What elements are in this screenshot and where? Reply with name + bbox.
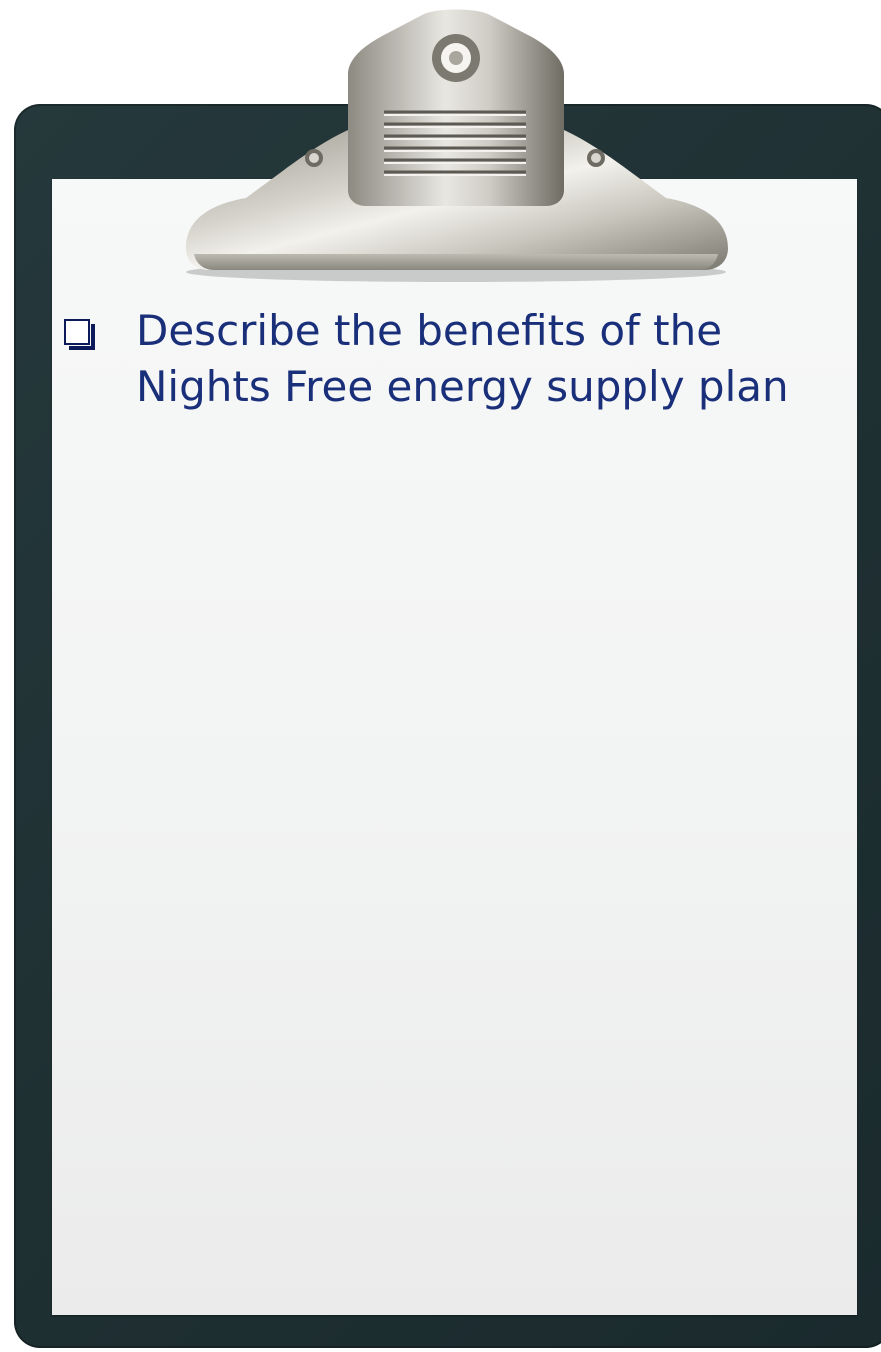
checkbox-icon[interactable] bbox=[64, 319, 95, 350]
clipboard-clip-icon bbox=[186, 9, 728, 282]
checklist-item-text: Describe the benefits of the Nights Free… bbox=[136, 306, 789, 411]
task-checklist: Describe the benefits of the Nights Free… bbox=[60, 303, 850, 415]
checklist-item[interactable]: Describe the benefits of the Nights Free… bbox=[60, 303, 850, 415]
